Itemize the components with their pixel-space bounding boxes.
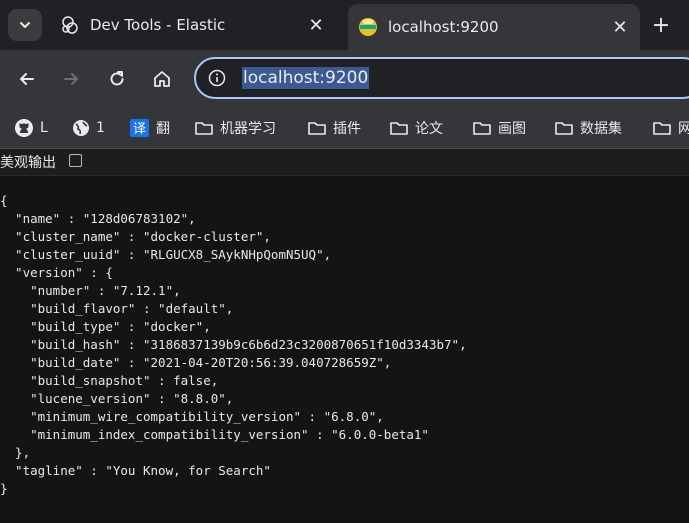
folder-icon — [308, 122, 326, 135]
tab-search-button[interactable] — [8, 9, 42, 41]
json-line: "minimum_wire_compatibility_version" : "… — [0, 409, 384, 424]
json-line: "version" : { — [0, 265, 113, 280]
chevron-down-icon — [20, 22, 30, 28]
elasticsearch-icon — [358, 17, 378, 37]
translate-icon: 译 — [130, 119, 149, 137]
json-line: "number" : "7.12.1", — [0, 283, 181, 298]
json-line: "build_flavor" : "default", — [0, 301, 234, 316]
pretty-print-bar: 美观输出 — [0, 149, 689, 176]
close-tab-button[interactable]: ✕ — [608, 15, 632, 39]
bookmarks-bar: L 1 译 翻 机器学习 插件 论文 画图 数据集 网 — [0, 108, 689, 149]
bookmark-label: 翻 — [156, 121, 170, 137]
json-line: "cluster_uuid" : "RLGUCX8_SAykNHpQomN5UQ… — [0, 247, 332, 262]
folder-icon — [653, 122, 671, 135]
bookmark-github[interactable]: L — [14, 116, 48, 140]
tab-dev-tools[interactable]: Dev Tools - Elastic ✕ — [50, 6, 336, 44]
json-line: "build_type" : "docker", — [0, 319, 211, 334]
bookmark-folder-web[interactable]: 网 — [652, 116, 689, 140]
tab-title: Dev Tools - Elastic — [90, 16, 226, 34]
bookmark-label: 机器学习 — [220, 121, 276, 137]
json-line: "tagline" : "You Know, for Search" — [0, 463, 271, 478]
tab-strip: Dev Tools - Elastic ✕ localhost:9200 ✕ + — [0, 0, 689, 50]
bookmark-label: 网 — [678, 121, 689, 137]
json-line: "build_hash" : "3186837139b9c6b6d23c3200… — [0, 337, 467, 352]
json-line: "lucene_version" : "8.8.0", — [0, 391, 234, 406]
folder-icon — [473, 122, 491, 135]
json-line: "build_snapshot" : false, — [0, 373, 219, 388]
folder-icon — [390, 122, 408, 135]
bookmark-label: 画图 — [498, 121, 526, 137]
folder-icon — [555, 122, 573, 135]
tab-localhost[interactable]: localhost:9200 ✕ — [348, 4, 640, 50]
site-info-icon[interactable] — [208, 69, 226, 87]
folder-icon — [195, 122, 213, 135]
bookmark-label: L — [40, 120, 48, 136]
bookmark-label: 论文 — [415, 121, 443, 137]
json-line: "build_date" : "2021-04-20T20:56:39.0407… — [0, 355, 392, 370]
bookmark-folder-ml[interactable]: 机器学习 — [194, 116, 276, 140]
reload-icon — [110, 71, 124, 86]
json-line: "cluster_name" : "docker-cluster", — [0, 229, 271, 244]
bookmark-label: 数据集 — [580, 121, 622, 137]
bookmark-translate[interactable]: 译 翻 — [130, 116, 170, 140]
json-line: { — [0, 193, 8, 208]
tab-title: localhost:9200 — [388, 18, 499, 36]
back-button[interactable] — [12, 64, 42, 94]
bookmark-label: 1 — [96, 120, 105, 136]
pretty-print-checkbox[interactable] — [69, 154, 82, 167]
bookmark-folder-datasets[interactable]: 数据集 — [554, 116, 622, 140]
arrow-left-icon — [20, 73, 34, 85]
bookmark-label: 插件 — [333, 121, 361, 137]
address-bar[interactable]: localhost:9200 — [194, 57, 689, 99]
new-tab-button[interactable]: + — [648, 12, 674, 38]
json-line: "minimum_index_compatibility_version" : … — [0, 427, 429, 442]
globe-icon — [73, 120, 89, 136]
bookmark-folder-papers[interactable]: 论文 — [389, 116, 443, 140]
json-line: }, — [0, 445, 31, 460]
json-line: } — [0, 481, 8, 496]
github-icon — [15, 119, 33, 137]
bookmark-folder-drawing[interactable]: 画图 — [472, 116, 526, 140]
home-icon — [154, 71, 170, 87]
json-line: "name" : "128d06783102", — [0, 211, 196, 226]
forward-button[interactable] — [56, 64, 86, 94]
bookmark-folder-plugins[interactable]: 插件 — [307, 116, 361, 140]
home-button[interactable] — [147, 64, 177, 94]
reload-button[interactable] — [102, 64, 132, 94]
close-tab-button[interactable]: ✕ — [304, 13, 328, 37]
url-text[interactable]: localhost:9200 — [242, 67, 370, 89]
arrow-right-icon — [64, 73, 78, 85]
pretty-print-label: 美观输出 — [0, 155, 56, 171]
svg-text:译: 译 — [133, 122, 146, 137]
bookmark-globe[interactable]: 1 — [72, 116, 105, 140]
json-response-body: { "name" : "128d06783102", "cluster_name… — [0, 192, 689, 498]
toolbar: localhost:9200 — [0, 50, 689, 108]
elastic-icon — [60, 15, 80, 35]
